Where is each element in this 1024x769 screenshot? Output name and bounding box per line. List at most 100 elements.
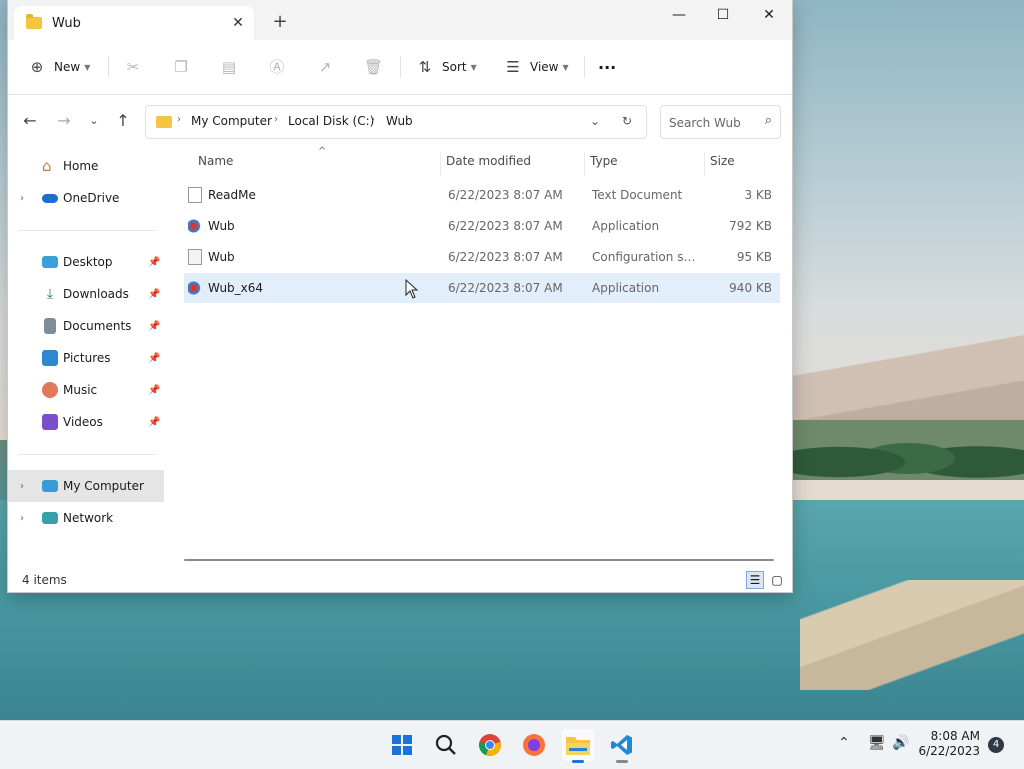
search-input[interactable] [667, 112, 755, 134]
table-row[interactable]: Wub_x64 6/22/2023 8:07 AM Application 94… [184, 273, 780, 303]
tab-close-button[interactable]: ✕ [228, 13, 248, 33]
sidebar-item-downloads[interactable]: ⤓ Downloads 📌 [8, 278, 164, 310]
chrome-taskbar-button[interactable] [474, 729, 506, 761]
volume-icon[interactable]: 🔊 [892, 735, 909, 751]
chevron-down-icon: ▼ [84, 62, 91, 72]
horizontal-scrollbar[interactable] [184, 559, 774, 561]
view-button[interactable]: ☰ View ▼ [504, 54, 568, 80]
pin-icon[interactable]: 📌 [148, 353, 160, 364]
file-type: Text Document [592, 188, 683, 202]
sidebar-item-desktop[interactable]: Desktop 📌 [8, 246, 164, 278]
sidebar-item-home[interactable]: ⌂ Home [8, 150, 164, 182]
back-arrow-icon[interactable]: ← [18, 109, 42, 133]
close-window-button[interactable]: ✕ [746, 0, 792, 32]
column-divider[interactable] [704, 152, 705, 176]
file-list: ^ Name Date modified Type Size ReadMe 6/… [178, 146, 792, 564]
pin-icon[interactable]: 📌 [148, 257, 160, 268]
copy-icon: ❐ [174, 58, 188, 76]
search-box[interactable]: ⌕ [660, 105, 781, 139]
new-button[interactable]: ⊕ New ▼ [28, 54, 91, 80]
pin-icon[interactable]: 📌 [148, 385, 160, 396]
vscode-icon [611, 735, 632, 755]
notification-badge[interactable]: 4 [988, 737, 1004, 753]
rename-button[interactable]: Ⓐ [268, 54, 286, 80]
copy-button[interactable]: ❐ [172, 54, 190, 80]
chevron-right-icon[interactable]: › [20, 481, 24, 492]
share-icon: ↗ [318, 58, 332, 76]
refresh-icon[interactable]: ↻ [622, 114, 632, 128]
sort-button[interactable]: ⇅ Sort ▼ [416, 54, 477, 80]
sidebar-item-videos[interactable]: Videos 📌 [8, 406, 164, 438]
new-tab-button[interactable]: + [270, 12, 290, 32]
breadcrumb-wub[interactable]: Wub [386, 114, 413, 128]
search-taskbar-button[interactable] [430, 729, 462, 761]
taskbar: ⌃ 🖥 🔊 8:08 AM 6/22/2023 4 [0, 720, 1024, 769]
cut-button[interactable]: ✂ [124, 54, 142, 80]
sidebar-item-label: Music [63, 383, 98, 397]
share-button[interactable]: ↗ [316, 54, 334, 80]
table-row[interactable]: Wub 6/22/2023 8:07 AM Configuration sett… [184, 242, 780, 272]
up-arrow-icon[interactable]: ↑ [111, 109, 135, 133]
breadcrumb-my-computer[interactable]: My Computer [191, 114, 272, 128]
sort-icon: ⇅ [418, 58, 432, 76]
column-header-type[interactable]: Type [590, 154, 618, 168]
folder-icon [26, 14, 42, 29]
video-icon [42, 414, 58, 430]
sidebar-item-label: Home [63, 159, 99, 173]
sidebar-item-pictures[interactable]: Pictures 📌 [8, 342, 164, 374]
show-hidden-icons-chevron-icon[interactable]: ⌃ [838, 735, 850, 751]
breadcrumb-chevron-icon[interactable]: › [177, 114, 181, 125]
firefox-taskbar-button[interactable] [518, 729, 550, 761]
sidebar-item-documents[interactable]: Documents 📌 [8, 310, 164, 342]
file-explorer-taskbar-button[interactable] [562, 729, 594, 763]
breadcrumb-chevron-icon[interactable]: › [371, 114, 375, 125]
breadcrumb-chevron-icon[interactable]: › [274, 114, 278, 125]
toolbar-divider [400, 56, 401, 78]
network-status-icon[interactable]: 🖥 [868, 735, 886, 751]
home-icon: ⌂ [42, 157, 52, 175]
start-button[interactable] [386, 729, 418, 761]
delete-button[interactable]: 🗑 [364, 54, 383, 80]
firefox-icon [523, 734, 545, 756]
pictures-icon [42, 350, 58, 366]
details-view-icon[interactable]: ☰ [746, 571, 764, 589]
pin-icon[interactable]: 📌 [148, 417, 160, 428]
minimize-button[interactable]: — [656, 0, 702, 32]
column-divider[interactable] [584, 152, 585, 176]
forward-arrow-icon[interactable]: → [52, 109, 76, 133]
table-row[interactable]: Wub 6/22/2023 8:07 AM Application 792 KB [184, 211, 780, 241]
clock[interactable]: 8:08 AM 6/22/2023 [918, 729, 980, 759]
maximize-button[interactable]: ☐ [700, 0, 746, 32]
pin-icon[interactable]: 📌 [148, 321, 160, 332]
sidebar-item-network[interactable]: › Network [8, 502, 164, 534]
recent-locations-chevron-icon[interactable]: ⌄ [82, 109, 106, 133]
see-more-button[interactable]: ··· [598, 54, 616, 80]
column-header-name[interactable]: Name [198, 154, 233, 168]
breadcrumb-local-disk[interactable]: Local Disk (C:) [288, 114, 374, 128]
sidebar-item-onedrive[interactable]: › OneDrive [8, 182, 164, 214]
sidebar-item-music[interactable]: Music 📌 [8, 374, 164, 406]
sidebar-item-label: Documents [63, 319, 132, 333]
pin-icon[interactable]: 📌 [148, 289, 160, 300]
large-icons-view-icon[interactable]: ▢ [768, 571, 786, 589]
table-row[interactable]: ReadMe 6/22/2023 8:07 AM Text Document 3… [184, 180, 780, 210]
column-divider[interactable] [440, 152, 441, 176]
config-file-icon [188, 249, 202, 265]
sidebar-item-label: Network [63, 511, 114, 525]
address-bar[interactable]: › My Computer › Local Disk (C:) › Wub ⌄ … [145, 105, 647, 139]
sidebar-item-my-computer[interactable]: › My Computer [8, 470, 164, 502]
file-date: 6/22/2023 8:07 AM [448, 281, 563, 295]
toolbar-divider [584, 56, 585, 78]
vscode-taskbar-button[interactable] [606, 729, 638, 763]
file-size: 792 KB [729, 219, 772, 233]
tab-wub[interactable]: Wub ✕ [14, 6, 254, 40]
column-header-date-modified[interactable]: Date modified [446, 154, 531, 168]
view-lines-icon: ☰ [506, 58, 520, 76]
column-header-size[interactable]: Size [710, 154, 735, 168]
chevron-right-icon[interactable]: › [20, 193, 24, 204]
address-history-chevron-icon[interactable]: ⌄ [590, 114, 600, 128]
text-file-icon [188, 187, 202, 203]
file-size: 3 KB [744, 188, 772, 202]
chevron-right-icon[interactable]: › [20, 513, 24, 524]
paste-button[interactable]: ▤ [220, 54, 238, 80]
